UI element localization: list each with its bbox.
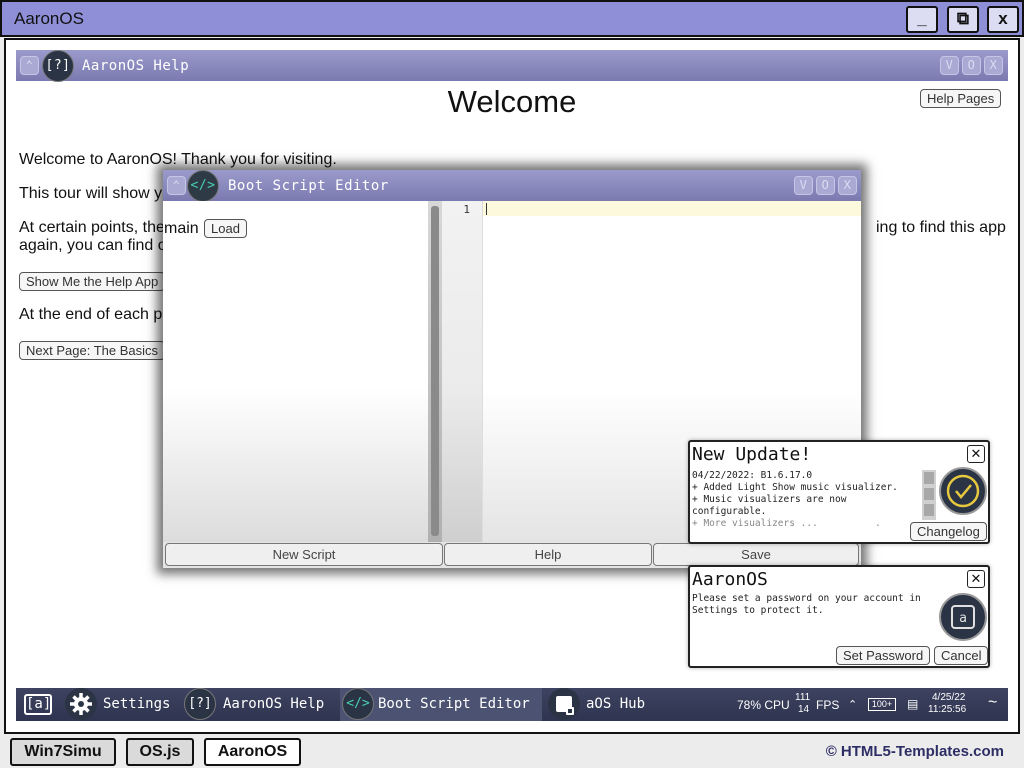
osjs-button[interactable]: OS.js bbox=[126, 738, 194, 766]
editor-gutter: 1 bbox=[442, 201, 483, 542]
aaronos-button[interactable]: AaronOS bbox=[204, 738, 301, 766]
script-list-panel: main Load bbox=[163, 201, 428, 542]
close-button[interactable]: x bbox=[987, 6, 1019, 33]
fps-label: FPS bbox=[816, 698, 840, 712]
win7simu-button[interactable]: Win7Simu bbox=[10, 738, 116, 766]
page-title: Welcome bbox=[447, 84, 577, 119]
help-paragraph-3c: again, you can find o bbox=[19, 237, 167, 254]
help-window-menu-icon[interactable]: ⌃ bbox=[20, 56, 39, 75]
help-paragraph-2: This tour will show y bbox=[19, 185, 163, 202]
update-line-2: + Added Light Show music visualizer. bbox=[692, 482, 898, 493]
help-icon: [?] bbox=[184, 688, 216, 720]
password-line-1: Please set a password on your account in bbox=[692, 593, 921, 604]
wifi-icon[interactable]: ~ bbox=[988, 694, 997, 712]
help-paragraph-3a: At certain points, the bbox=[19, 219, 165, 236]
aaronos-logo-icon: a bbox=[939, 593, 987, 641]
taskbar-label-settings: Settings bbox=[103, 696, 171, 712]
new-script-button[interactable]: New Script bbox=[165, 543, 443, 566]
gear-icon bbox=[65, 688, 97, 720]
cpu-indicator[interactable]: 78% CPU bbox=[737, 698, 790, 712]
battery-icon[interactable]: 100+ bbox=[868, 698, 896, 711]
load-script-button[interactable]: Load bbox=[204, 219, 247, 238]
aaronos-start-icon: [a] bbox=[24, 694, 52, 715]
update-scrollbar[interactable] bbox=[922, 470, 936, 520]
password-notification: AaronOS ✕ Please set a password on your … bbox=[688, 565, 990, 668]
editor-maximize-icon[interactable]: O bbox=[816, 176, 835, 195]
editor-close-icon[interactable]: X bbox=[838, 176, 857, 195]
help-window-title: AaronOS Help bbox=[82, 58, 190, 74]
help-window-titlebar[interactable]: ⌃ [?] AaronOS Help V O X bbox=[16, 50, 1008, 82]
password-line-2: Settings to protect it. bbox=[692, 605, 824, 616]
speaker-icon[interactable]: ⌃ bbox=[848, 698, 857, 711]
update-line-5: + More visualizers ... . bbox=[692, 518, 881, 529]
cancel-button[interactable]: Cancel bbox=[934, 646, 988, 665]
editor-titlebar[interactable]: ⌃ </> Boot Script Editor V O X bbox=[163, 170, 861, 202]
outer-titlebar[interactable]: AaronOS _ ⧉ x bbox=[0, 0, 1024, 37]
help-minimize-icon[interactable]: V bbox=[940, 56, 959, 75]
credit-link[interactable]: © HTML5-Templates.com bbox=[826, 743, 1004, 760]
code-icon: </> bbox=[342, 688, 374, 720]
save-button[interactable]: Save bbox=[653, 543, 859, 566]
editor-minimize-icon[interactable]: V bbox=[794, 176, 813, 195]
changelog-icon bbox=[939, 467, 987, 515]
update-notification-title: New Update! bbox=[692, 444, 812, 465]
tray-date[interactable]: 4/25/22 bbox=[932, 692, 965, 703]
scrollbar-thumb[interactable] bbox=[431, 206, 439, 536]
svg-text:a: a bbox=[959, 611, 967, 626]
update-line-4: configurable. bbox=[692, 506, 767, 517]
update-notification: New Update! ✕ 04/22/2022: B1.6.17.0 + Ad… bbox=[688, 440, 990, 544]
set-password-button[interactable]: Set Password bbox=[836, 646, 931, 665]
text-cursor bbox=[486, 203, 487, 215]
help-paragraph-4: At the end of each p bbox=[19, 306, 163, 323]
outer-window-title: AaronOS bbox=[14, 9, 84, 28]
update-close-icon[interactable]: ✕ bbox=[967, 445, 985, 463]
help-paragraph-3b: ing to find this app bbox=[876, 219, 1006, 236]
tray-time[interactable]: 11:25:56 bbox=[928, 704, 966, 715]
script-name-main[interactable]: main bbox=[164, 220, 199, 238]
taskbar-item-boot-script-editor[interactable]: </> Boot Script Editor bbox=[340, 688, 542, 721]
code-icon: </> bbox=[187, 170, 219, 202]
minimize-button[interactable]: _ bbox=[906, 6, 938, 33]
password-close-icon[interactable]: ✕ bbox=[967, 570, 985, 588]
help-app-icon: [?] bbox=[42, 50, 74, 82]
taskbar-label-hub: aOS Hub bbox=[586, 696, 646, 712]
changelog-button[interactable]: Changelog bbox=[910, 522, 987, 541]
taskbar-item-aaronos-help[interactable]: [?] AaronOS Help bbox=[182, 688, 338, 721]
update-line-3: + Music visualizers are now bbox=[692, 494, 847, 505]
editor-window-title: Boot Script Editor bbox=[228, 178, 389, 194]
taskbar: [a] Settings [?] AaronOS Help </> Boot S… bbox=[16, 688, 1008, 721]
help-paragraph-1: Welcome to AaronOS! Thank you for visiti… bbox=[19, 151, 337, 168]
taskbar-item-aos-hub[interactable]: aOS Hub bbox=[546, 688, 656, 721]
help-maximize-icon[interactable]: O bbox=[962, 56, 981, 75]
taskbar-label-editor: Boot Script Editor bbox=[378, 696, 530, 712]
update-line-1: 04/22/2022: B1.6.17.0 bbox=[692, 470, 813, 481]
line-number: 1 bbox=[463, 203, 470, 216]
taskbar-item-settings[interactable]: Settings bbox=[62, 688, 180, 721]
restore-button[interactable]: ⧉ bbox=[947, 6, 979, 33]
fps-top-value: 111 bbox=[795, 692, 811, 703]
next-page-button[interactable]: Next Page: The Basics bbox=[19, 341, 165, 360]
show-me-help-app-button[interactable]: Show Me the Help App bbox=[19, 272, 166, 291]
password-notification-title: AaronOS bbox=[692, 569, 768, 590]
start-button[interactable]: [a] bbox=[16, 688, 60, 721]
fps-bottom-value: 14 bbox=[798, 704, 810, 715]
hub-icon bbox=[548, 688, 580, 720]
help-close-icon[interactable]: X bbox=[984, 56, 1003, 75]
notifications-icon[interactable]: ▤ bbox=[907, 697, 918, 711]
taskbar-label-help: AaronOS Help bbox=[223, 696, 325, 712]
editor-menu-icon[interactable]: ⌃ bbox=[167, 176, 186, 195]
active-line-highlight bbox=[483, 201, 861, 216]
help-pages-button[interactable]: Help Pages bbox=[920, 89, 1002, 108]
editor-help-button[interactable]: Help bbox=[444, 543, 652, 566]
